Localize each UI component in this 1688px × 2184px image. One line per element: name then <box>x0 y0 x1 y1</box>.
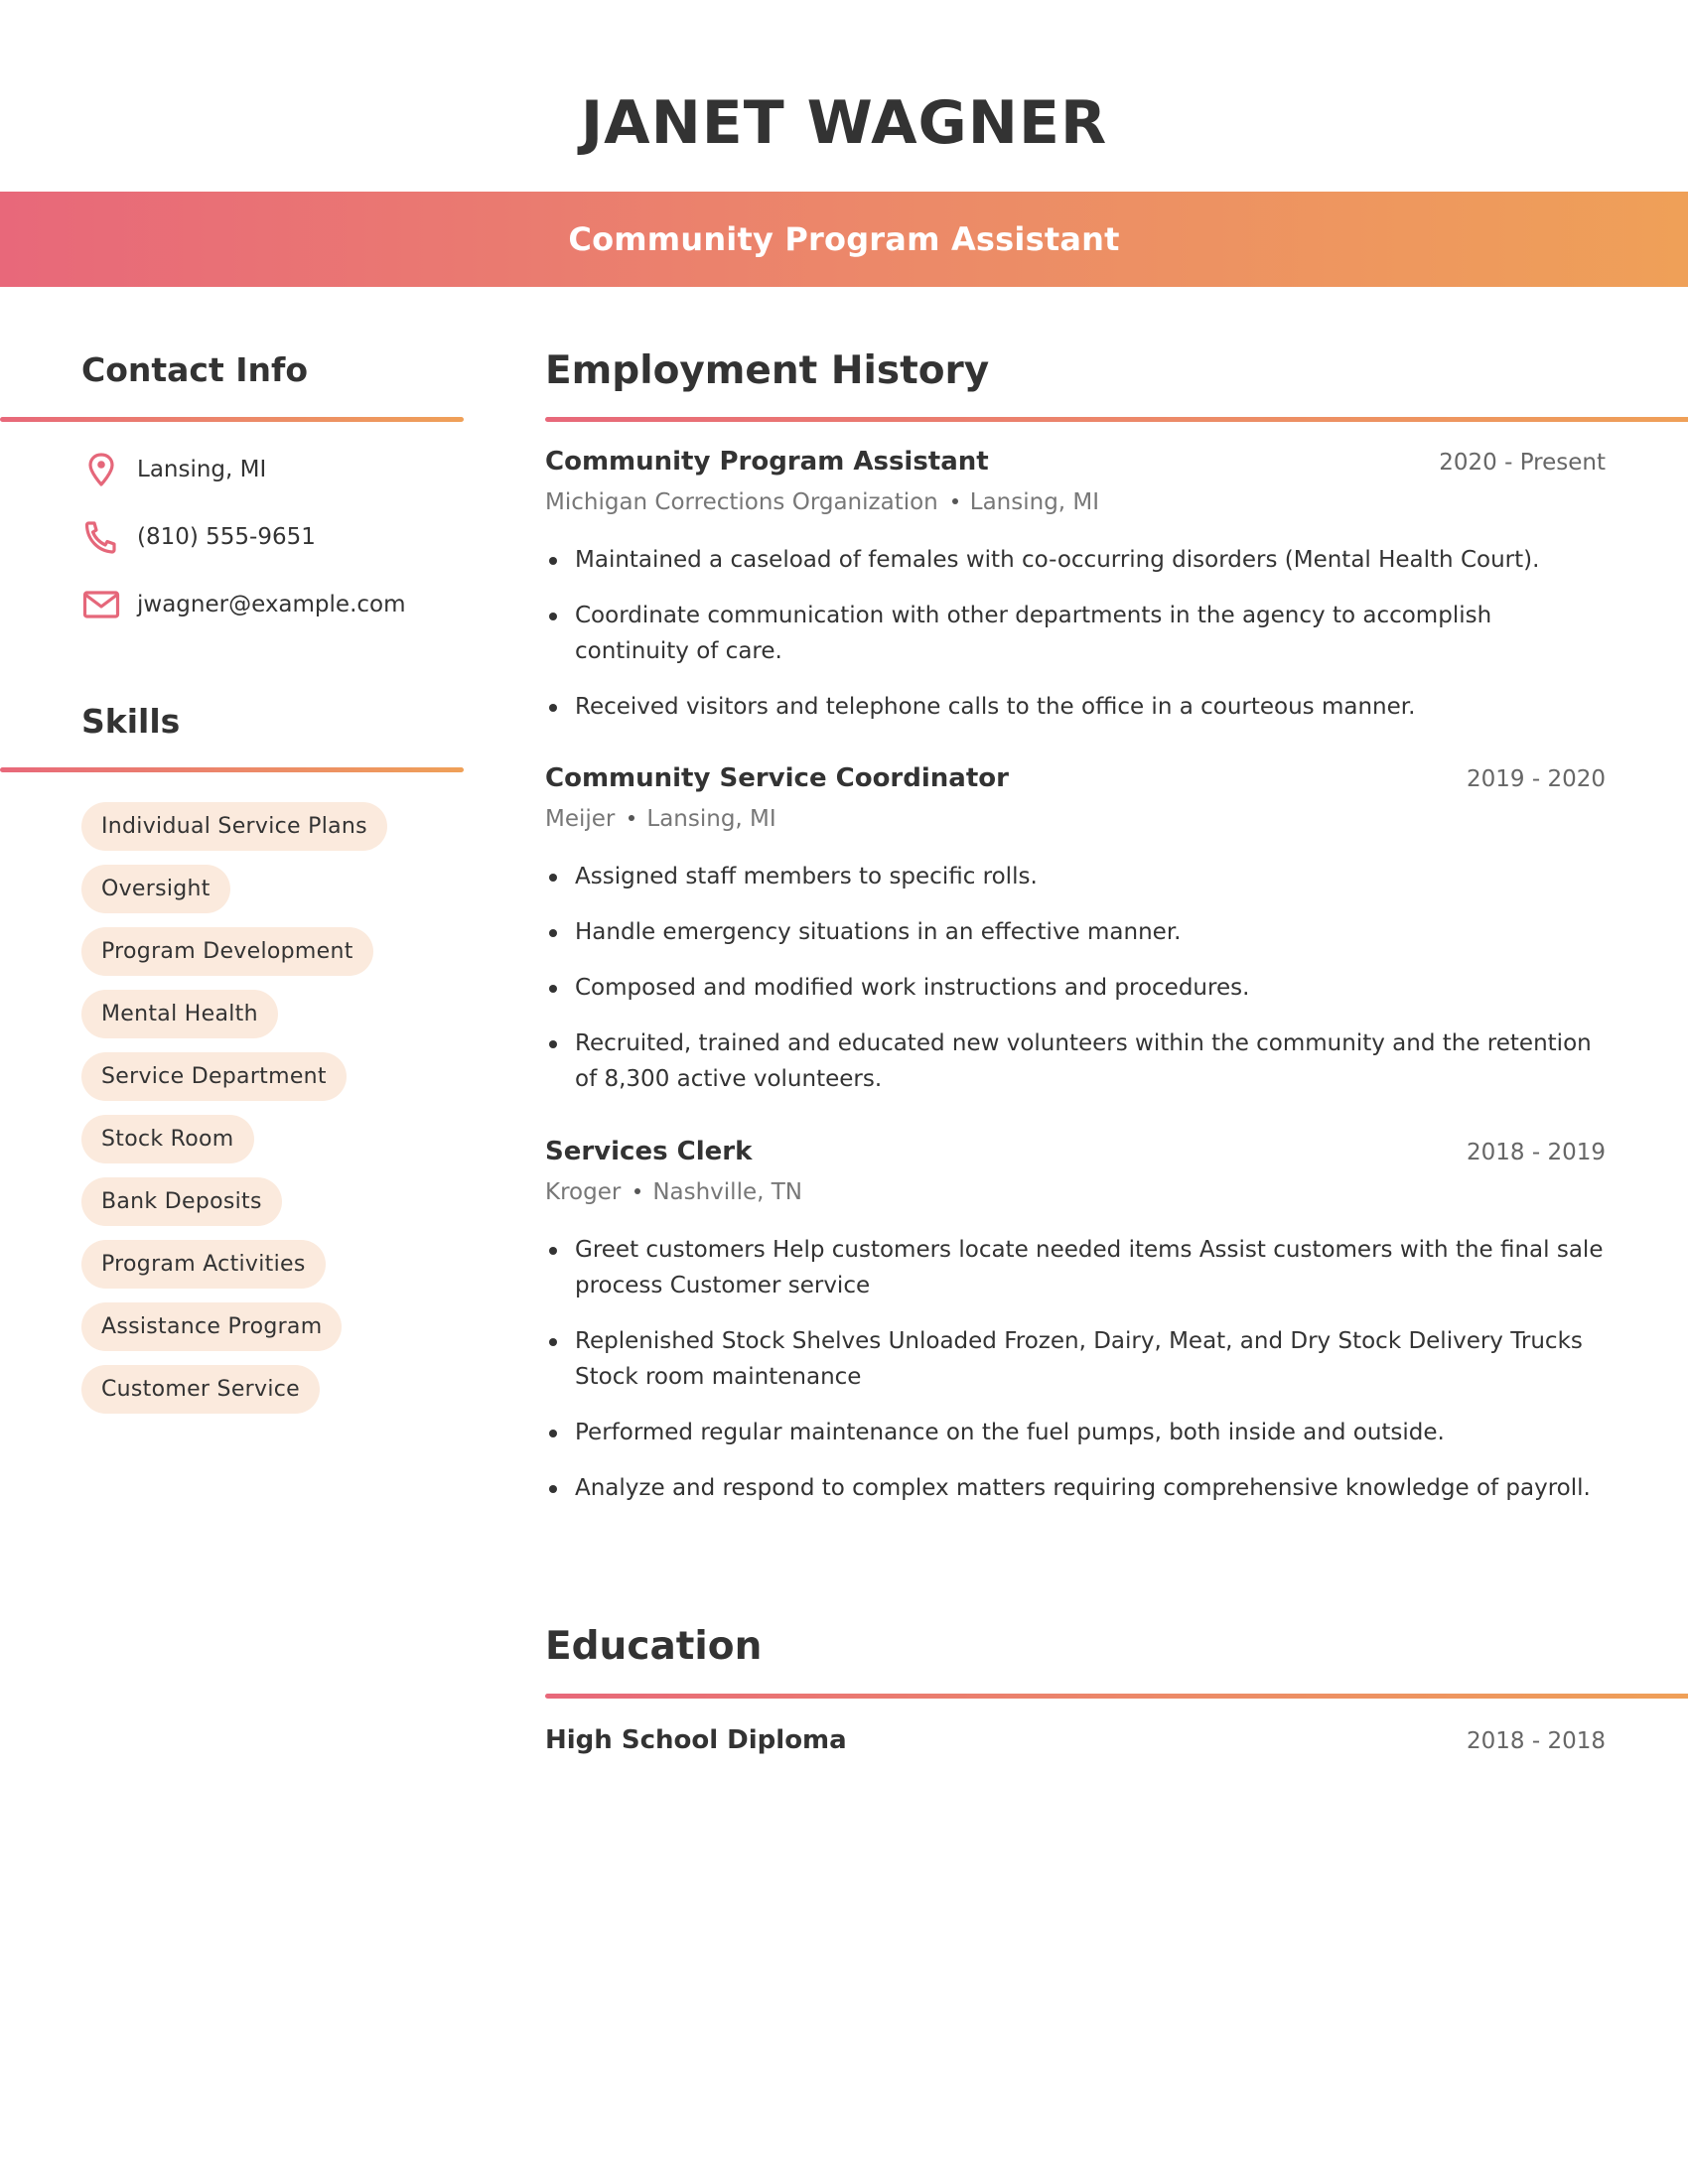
skill-pill: Individual Service Plans <box>81 802 387 851</box>
job-location: Nashville, TN <box>652 1179 802 1205</box>
candidate-name: JANET WAGNER <box>580 88 1108 158</box>
contact-location-text: Lansing, MI <box>137 457 267 482</box>
job-company: Meijer <box>545 806 616 832</box>
job-bullet: Received visitors and telephone calls to… <box>545 689 1606 725</box>
skill-pill: Stock Room <box>81 1115 254 1163</box>
contact-location: Lansing, MI <box>81 450 266 489</box>
contact-heading: Contact Info <box>81 350 309 389</box>
job-bullet: Recruited, trained and educated new volu… <box>545 1025 1606 1097</box>
separator-dot <box>629 814 635 821</box>
job-entry: Community Program Assistant 2020 - Prese… <box>545 447 1606 745</box>
title-banner: Community Program Assistant <box>0 192 1688 287</box>
job-dates: 2018 - 2019 <box>1467 1140 1606 1165</box>
job-location: Lansing, MI <box>646 806 776 832</box>
contact-email-text[interactable]: jwagner@example.com <box>137 592 406 617</box>
job-location: Lansing, MI <box>969 489 1100 515</box>
job-bullet: Composed and modified work instructions … <box>545 970 1606 1006</box>
phone-icon <box>81 517 121 557</box>
separator-dot <box>634 1187 641 1194</box>
job-bullet: Assigned staff members to specific rolls… <box>545 859 1606 894</box>
job-dates: 2019 - 2020 <box>1467 766 1606 792</box>
job-bullet: Coordinate communication with other depa… <box>545 598 1606 669</box>
map-pin-icon <box>81 450 121 489</box>
skills-heading: Skills <box>81 702 181 741</box>
mail-icon <box>81 585 121 624</box>
job-bullet: Performed regular maintenance on the fue… <box>545 1415 1606 1450</box>
separator-dot <box>951 497 958 504</box>
job-bullet: Maintained a caseload of females with co… <box>545 542 1606 578</box>
skill-pill: Mental Health <box>81 990 278 1038</box>
skill-pill: Oversight <box>81 865 230 913</box>
contact-phone-text[interactable]: (810) 555-9651 <box>137 524 316 550</box>
job-title: Community Service Coordinator <box>545 763 1009 793</box>
job-company-location: Meijer Lansing, MI <box>545 801 1606 837</box>
job-bullet: Analyze and respond to complex matters r… <box>545 1470 1606 1506</box>
education-entry: High School Diploma 2018 - 2018 <box>545 1725 1606 1763</box>
education-dates: 2018 - 2018 <box>1467 1728 1606 1754</box>
job-title: Services Clerk <box>545 1137 753 1166</box>
job-company: Kroger <box>545 1179 622 1205</box>
skill-pill: Bank Deposits <box>81 1177 282 1226</box>
job-bullet: Replenished Stock Shelves Unloaded Froze… <box>545 1323 1606 1395</box>
skill-pill: Assistance Program <box>81 1302 343 1351</box>
job-title: Community Program Assistant <box>545 447 989 477</box>
skill-pill: Customer Service <box>81 1365 320 1414</box>
job-company-location: Kroger Nashville, TN <box>545 1174 1606 1210</box>
job-entry: Services Clerk 2018 - 2019 Kroger Nashvil… <box>545 1137 1606 1526</box>
job-bullets: Greet customers Help customers locate ne… <box>545 1232 1606 1506</box>
job-company: Michigan Corrections Organization <box>545 489 938 515</box>
job-bullets: Maintained a caseload of females with co… <box>545 542 1606 725</box>
employment-divider <box>545 417 1688 422</box>
contact-phone: (810) 555-9651 <box>81 517 316 557</box>
skill-pill: Program Development <box>81 927 373 976</box>
skills-list: Individual Service Plans Oversight Progr… <box>81 802 387 1428</box>
employment-heading: Employment History <box>545 348 990 393</box>
education-degree: High School Diploma <box>545 1725 847 1755</box>
job-title-subtitle: Community Program Assistant <box>568 220 1120 258</box>
skill-pill: Program Activities <box>81 1240 326 1289</box>
job-company-location: Michigan Corrections Organization Lansing… <box>545 484 1606 520</box>
job-dates: 2020 - Present <box>1439 450 1606 476</box>
job-bullet: Handle emergency situations in an effect… <box>545 914 1606 950</box>
education-heading: Education <box>545 1624 763 1669</box>
job-entry: Community Service Coordinator 2019 - 202… <box>545 763 1606 1117</box>
job-bullet: Greet customers Help customers locate ne… <box>545 1232 1606 1303</box>
contact-divider <box>0 417 464 422</box>
contact-email: jwagner@example.com <box>81 585 406 624</box>
skill-pill: Service Department <box>81 1052 347 1101</box>
skills-divider <box>0 767 464 772</box>
job-bullets: Assigned staff members to specific rolls… <box>545 859 1606 1097</box>
education-divider <box>545 1694 1688 1699</box>
